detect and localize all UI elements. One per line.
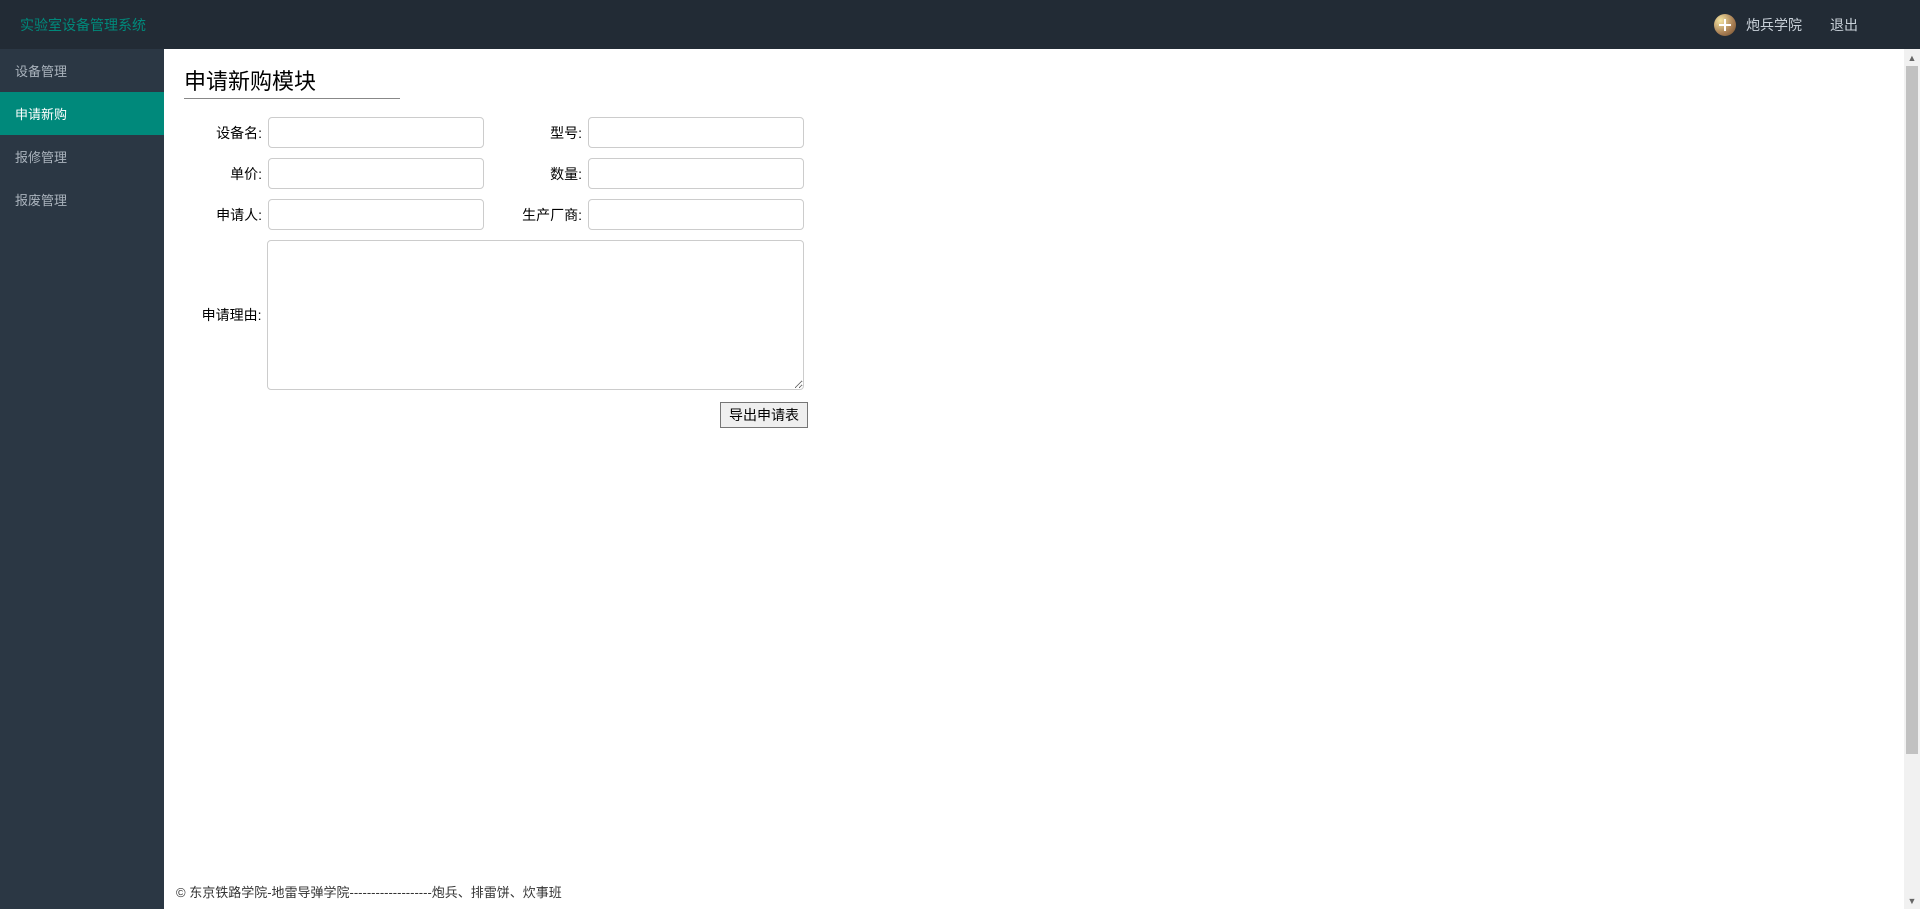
- logout-link[interactable]: 退出: [1830, 15, 1858, 35]
- form-row: 申请人: 生产厂商:: [184, 199, 804, 230]
- form-actions: 导出申请表: [184, 402, 808, 428]
- sidebar-item-repair-management[interactable]: 报修管理: [0, 135, 164, 178]
- equipment-name-input[interactable]: [268, 117, 484, 148]
- sidebar-item-equipment-management[interactable]: 设备管理: [0, 49, 164, 92]
- sidebar-item-purchase-request[interactable]: 申请新购: [0, 92, 164, 135]
- footer-text: © 东京铁路学院-地雷导弹学院-------------------炮兵、排雷饼…: [176, 885, 562, 900]
- sidebar: 设备管理 申请新购 报修管理 报废管理: [0, 49, 164, 909]
- top-header: 实验室设备管理系统 炮兵学院 退出: [0, 0, 1920, 49]
- header-right: 炮兵学院 退出: [1714, 14, 1900, 36]
- vertical-scrollbar[interactable]: ▲ ▼: [1904, 49, 1920, 909]
- form-row: 设备名: 型号:: [184, 117, 804, 148]
- page-title: 申请新购模块: [184, 64, 400, 99]
- purchase-request-form: 设备名: 型号: 单价: 数量:: [184, 117, 804, 428]
- model-input[interactable]: [588, 117, 804, 148]
- form-group-price: 单价:: [184, 158, 484, 189]
- scrollbar-thumb[interactable]: [1906, 66, 1918, 754]
- form-row-reason: 申请理由:: [184, 240, 804, 390]
- form-group-manufacturer: 生产厂商:: [508, 199, 804, 230]
- content-area: 申请新购模块 设备名: 型号: 单价:: [164, 49, 1920, 874]
- scrollbar-arrow-up-icon[interactable]: ▲: [1904, 49, 1920, 66]
- main-container: 设备管理 申请新购 报修管理 报废管理 申请新购模块 设备名: 型号:: [0, 49, 1920, 909]
- equipment-name-label: 设备名:: [184, 123, 268, 143]
- form-group-applicant: 申请人:: [184, 199, 484, 230]
- manufacturer-label: 生产厂商:: [508, 205, 588, 225]
- avatar-icon[interactable]: [1714, 14, 1736, 36]
- export-button[interactable]: 导出申请表: [720, 402, 808, 428]
- applicant-input[interactable]: [268, 199, 484, 230]
- applicant-label: 申请人:: [184, 205, 268, 225]
- price-input[interactable]: [268, 158, 484, 189]
- sidebar-item-label: 设备管理: [15, 64, 67, 79]
- reason-label: 申请理由:: [184, 240, 267, 325]
- quantity-input[interactable]: [588, 158, 804, 189]
- brand-title: 实验室设备管理系统: [20, 15, 146, 35]
- sidebar-item-label: 报修管理: [15, 150, 67, 165]
- page-footer: © 东京铁路学院-地雷导弹学院-------------------炮兵、排雷饼…: [164, 874, 1920, 909]
- form-group-equipment-name: 设备名:: [184, 117, 484, 148]
- sidebar-item-label: 申请新购: [15, 107, 67, 122]
- sidebar-item-label: 报废管理: [15, 193, 67, 208]
- model-label: 型号:: [508, 123, 588, 143]
- quantity-label: 数量:: [508, 164, 588, 184]
- manufacturer-input[interactable]: [588, 199, 804, 230]
- form-group-quantity: 数量:: [508, 158, 804, 189]
- scrollbar-arrow-down-icon[interactable]: ▼: [1904, 892, 1920, 909]
- price-label: 单价:: [184, 164, 268, 184]
- form-group-model: 型号:: [508, 117, 804, 148]
- username-link[interactable]: 炮兵学院: [1746, 15, 1802, 35]
- reason-textarea[interactable]: [267, 240, 804, 390]
- form-row: 单价: 数量:: [184, 158, 804, 189]
- sidebar-item-scrap-management[interactable]: 报废管理: [0, 178, 164, 221]
- main-area: 申请新购模块 设备名: 型号: 单价:: [164, 49, 1920, 909]
